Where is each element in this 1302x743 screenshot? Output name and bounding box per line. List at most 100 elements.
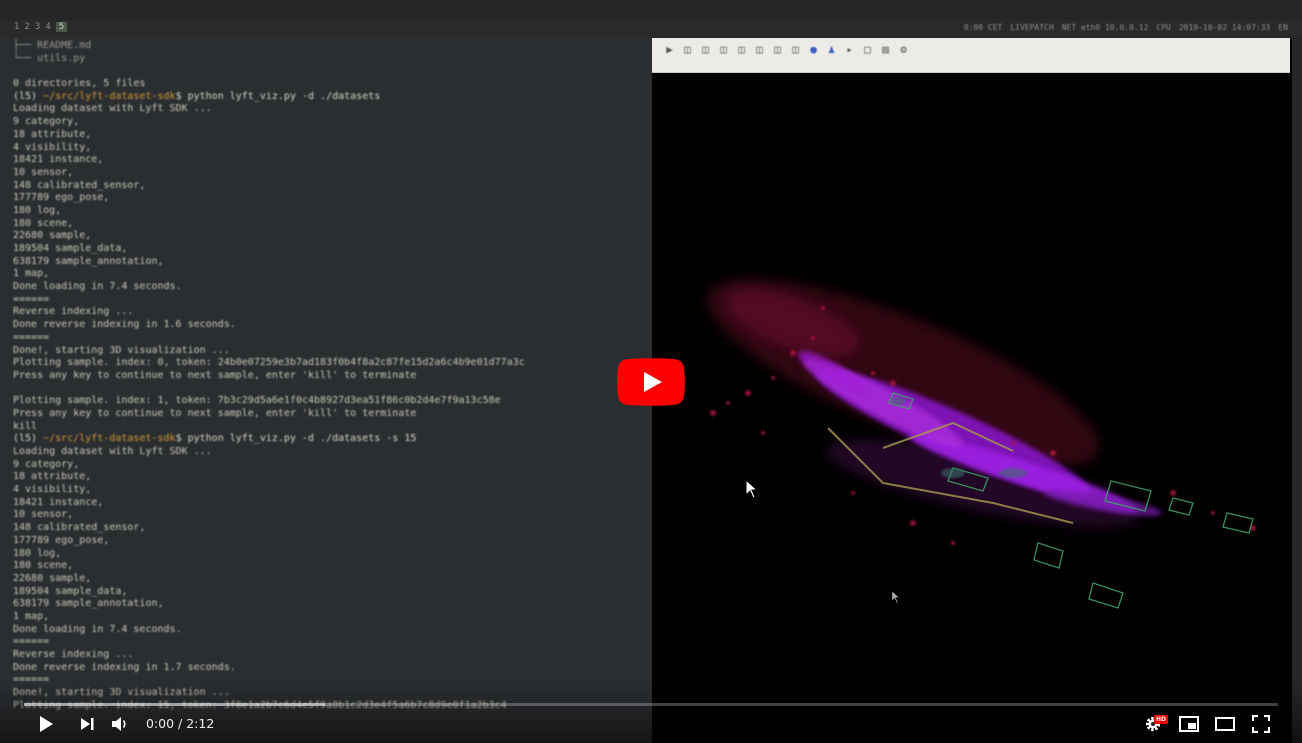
terminal-line: 180 scene, (13, 217, 74, 229)
theater-mode-button[interactable] (1213, 712, 1237, 736)
view-icon: ◫ (792, 43, 799, 56)
view-icon: ◫ (702, 43, 709, 56)
view-icon: ◫ (756, 43, 763, 56)
terminal-line: Done reverse indexing in 1.7 seconds. (13, 661, 236, 673)
terminal-line: 638179 sample_annotation, (13, 598, 164, 610)
terminal-line: Plotting sample. index: 0, token: 24b0e0… (13, 357, 525, 369)
view-icon: ◫ (774, 43, 781, 56)
terminal-line: ====== (13, 331, 50, 343)
tray-item: LIVEPATCH (1010, 23, 1054, 32)
tray-item: EN (1278, 23, 1288, 32)
terminal-line: 4 visibility, (13, 484, 92, 496)
hd-badge: HD (1154, 715, 1169, 724)
tray-item: 0:00 CET (963, 23, 1003, 32)
viewer-toolbar: ▶ ◫ ◫ ◫ ◫ ◫ ◫ ◫ ● ♟ ▸ □ ▤ ⚙ (652, 38, 1290, 73)
mouse-cursor-icon (891, 590, 901, 604)
play-button[interactable] (34, 712, 58, 736)
mute-button[interactable] (108, 712, 132, 736)
next-button[interactable] (76, 712, 98, 736)
terminal-line: 18421 instance, (13, 496, 104, 508)
mouse-cursor-icon (745, 479, 759, 499)
terminal-line: 0 directories, 5 files (13, 78, 146, 90)
terminal-line: Press any key to continue to next sample… (13, 369, 417, 381)
progress-bar[interactable] (24, 703, 1278, 706)
terminal-line: 10 sensor, (13, 509, 74, 521)
youtube-play-icon (617, 358, 685, 406)
pointcloud-viewer-window: ▶ ◫ ◫ ◫ ◫ ◫ ◫ ◫ ● ♟ ▸ □ ▤ ⚙ (652, 38, 1292, 743)
viewer-toolbar-icons: ▶ ◫ ◫ ◫ ◫ ◫ ◫ ◫ ● ♟ ▸ □ ▤ ⚙ (664, 43, 909, 56)
terminal-line: 9 category, (13, 116, 80, 128)
controls-gradient (0, 683, 1302, 743)
terminal-line: 189504 sample_data, (13, 243, 128, 254)
terminal-pane: ├── README.md └── utils.py 0 directories, … (0, 38, 652, 743)
terminal-line: Loading dataset with Lyft SDK ... (13, 446, 212, 457)
pointcloud-canvas (653, 73, 1289, 743)
terminal-line: Done loading in 7.4 seconds. (13, 623, 182, 635)
terminal-line: 177789 ego_pose, (13, 192, 110, 204)
terminal-line: 9 category, (13, 458, 80, 470)
terminal-line: 148 calibrated_sensor, (13, 179, 146, 191)
terminal-line: 177789 ego_pose, (13, 534, 110, 546)
settings-icon: ⚙ (900, 43, 907, 56)
desktop-status-bar: 12345 0:00 CET LIVEPATCH NET eth0 10.0.0.1… (0, 20, 1302, 38)
sphere-icon: ● (810, 43, 817, 56)
workspace-3: 3 (34, 22, 41, 32)
terminal-line: 638179 sample_annotation, (13, 255, 164, 267)
large-play-button[interactable] (617, 358, 685, 406)
terminal-line: 22680 sample, (13, 572, 92, 584)
terminal-tree-line: └── utils.py (13, 52, 86, 64)
terminal-line: 10 sensor, (13, 166, 74, 178)
terminal-line: 148 calibrated_sensor, (13, 522, 146, 534)
terminal-line: Loading dataset with Lyft SDK ... (13, 103, 212, 115)
fullscreen-button[interactable] (1249, 712, 1273, 736)
terminal-line: 18 attribute, (13, 128, 92, 140)
save-icon: ▤ (882, 43, 889, 56)
terminal-line: (l5) ~/src/lyft-dataset-sdk$ python lyft… (13, 433, 417, 445)
terminal-line: Done reverse indexing in 1.6 seconds. (13, 319, 236, 331)
view-icon: ◫ (720, 43, 727, 56)
terminal-line: 18 attribute, (13, 471, 92, 483)
terminal-line: 1 map, (13, 610, 50, 622)
skip-next-icon (80, 718, 93, 730)
terminal-line: 1 map, (13, 268, 50, 280)
view-icon: ◫ (738, 43, 745, 56)
terminal-line: Done loading in 7.4 seconds. (13, 281, 182, 293)
terminal-line: Reverse indexing ... (13, 649, 134, 660)
terminal-line: Reverse indexing ... (13, 306, 134, 318)
terminal-line: 4 visibility, (13, 141, 92, 153)
workspace-4: 4 (45, 22, 51, 32)
volume-icon (112, 717, 126, 731)
terminal-line: 180 log, (13, 547, 62, 559)
terminal-line: 189504 sample_data, (13, 585, 128, 597)
view-icon: ◫ (684, 43, 691, 56)
terminal-line: (l5) ~/src/lyft-dataset-sdk$ python lyft… (13, 90, 381, 102)
terminal-line: ====== (13, 636, 50, 648)
tray-item: CPU (1156, 23, 1171, 32)
miniplayer-button[interactable] (1177, 712, 1201, 736)
workspace-1: 1 (14, 22, 20, 32)
miniplayer-icon (1179, 716, 1199, 732)
terminal-line: kill (13, 420, 38, 432)
progress-buffered (24, 703, 325, 706)
workspace-indicators: 12345 (14, 22, 68, 32)
terminal-line: 180 scene, (13, 560, 74, 572)
tray-item: 2019-10-02 14:07:33 (1178, 23, 1271, 32)
terminal-tree-line: ├── README.md (13, 40, 92, 51)
theater-icon (1215, 717, 1235, 731)
workspace-5: 5 (55, 22, 68, 32)
video-player[interactable]: 12345 0:00 CET LIVEPATCH NET eth0 10.0.0.1… (0, 0, 1302, 743)
tray-item: NET eth0 10.0.0.12 (1061, 23, 1149, 32)
terminal-line: Done!, starting 3D visualization ... (13, 344, 230, 356)
workspace-2: 2 (24, 22, 30, 32)
terminal-line: 18421 instance, (13, 154, 104, 166)
play-icon: ▶ (666, 43, 673, 56)
terminal-line: Plotting sample. index: 1, token: 7b3c29… (13, 395, 501, 407)
terminal-line: 180 log, (13, 204, 62, 216)
terminal-line: Press any key to continue to next sample… (13, 407, 417, 419)
arrow-icon: ▸ (846, 43, 853, 56)
terminal-output: ├── README.md └── utils.py 0 directories, … (13, 40, 652, 712)
terminal-line: 22680 sample, (13, 230, 92, 242)
frame-icon: □ (864, 43, 871, 56)
